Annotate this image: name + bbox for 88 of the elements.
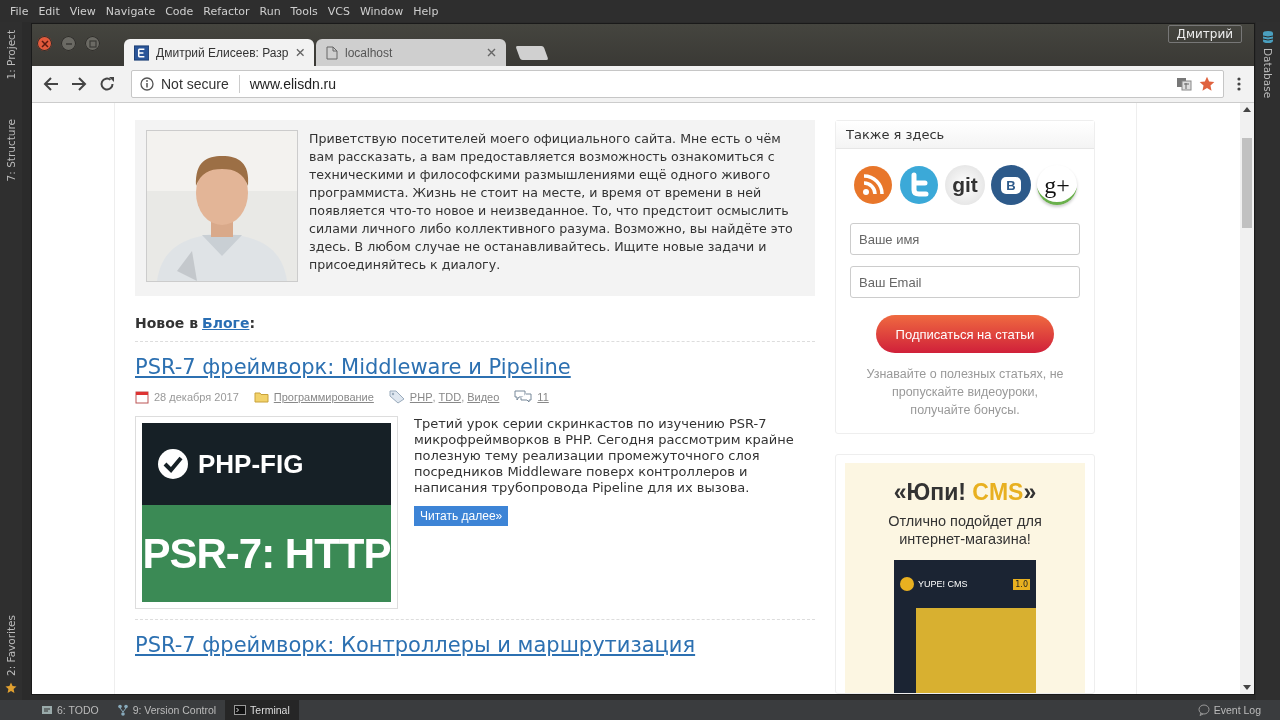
back-icon[interactable] xyxy=(43,76,59,92)
menu-item[interactable]: Refactor xyxy=(199,4,254,18)
scroll-thumb[interactable] xyxy=(1242,138,1252,228)
close-icon xyxy=(40,39,49,48)
minimize-button[interactable] xyxy=(61,36,76,51)
card-title: Также я здесь xyxy=(836,121,1094,149)
comments-link[interactable]: 11 xyxy=(537,391,549,403)
tool-window-tab[interactable]: 1: Project xyxy=(5,30,17,80)
profile-button[interactable]: Дмитрий xyxy=(1167,25,1242,43)
rss-icon[interactable] xyxy=(853,165,893,205)
new-tab-button[interactable] xyxy=(515,46,549,60)
translate-icon[interactable] xyxy=(1176,76,1192,92)
menu-item[interactable]: Edit xyxy=(34,4,64,18)
tool-window-tab[interactable]: 7: Structure xyxy=(5,119,17,182)
info-icon xyxy=(140,77,154,91)
menu-item[interactable]: View xyxy=(65,4,100,18)
tag-icon xyxy=(388,390,405,404)
menu-item[interactable]: Code xyxy=(161,4,198,18)
menu-item[interactable]: Navigate xyxy=(101,4,160,18)
email-field[interactable]: Ваш Email xyxy=(850,266,1080,298)
close-icon[interactable] xyxy=(487,48,496,57)
browser-tab[interactable]: localhost xyxy=(316,39,506,66)
event-log-button[interactable]: Event Log xyxy=(1188,700,1270,720)
ad-card[interactable]: «Юпи! CMS» Отлично подойдет для интернет-магазина! YUPE! CMS 1.0 xyxy=(835,454,1095,694)
page-icon xyxy=(326,45,338,60)
menu-item[interactable]: VCS xyxy=(323,4,354,18)
section-label: Новое в xyxy=(135,315,199,331)
tool-window-tab[interactable]: 9: Version Control xyxy=(107,700,226,720)
close-button[interactable] xyxy=(37,36,52,51)
folder-icon xyxy=(253,391,269,403)
menu-item[interactable]: Run xyxy=(255,4,285,18)
post-thumbnail[interactable]: PHP-FIG PSR-7: HTTP xyxy=(135,416,398,609)
box-brand: YUPE! CMS xyxy=(918,579,968,589)
tag-link[interactable]: Видео xyxy=(467,391,500,403)
address-bar[interactable]: Not secure www.elisdn.ru xyxy=(131,70,1224,98)
post-date: 28 декабря 2017 xyxy=(154,391,239,403)
tool-window-tab[interactable]: 6: TODO xyxy=(32,700,108,720)
menu-item[interactable]: Help xyxy=(409,4,443,18)
maximize-icon xyxy=(88,39,97,48)
speech-bubble-icon xyxy=(1197,704,1210,716)
comma-text: , xyxy=(432,391,436,403)
reload-icon[interactable] xyxy=(99,76,115,92)
scroll-up-icon[interactable] xyxy=(1243,106,1251,112)
colon-text: : xyxy=(249,315,255,331)
subscribe-button[interactable]: Подписаться на статьи xyxy=(876,315,1054,353)
tool-window-tab[interactable]: 2: Favorites xyxy=(5,615,17,676)
twitter-icon[interactable] xyxy=(899,165,939,205)
menu-icon[interactable] xyxy=(1236,76,1242,92)
blog-link[interactable]: Блоге xyxy=(202,315,250,331)
close-icon[interactable] xyxy=(295,48,304,57)
thumbnail-title: PHP-FIG xyxy=(198,448,304,480)
branch-icon xyxy=(116,704,129,716)
browser-tab[interactable]: Дмитрий Елисеев: Разр xyxy=(124,39,314,66)
comma-text: , xyxy=(461,391,465,403)
post-excerpt: Третий урок серии скринкастов по изучению PSR-7 микрофреймворков в PHP. Сегодня рассмотрим крайне полезную тему реализации промежуточного слоя посредников Middleware поверх контроллеров и написания трубопровода Pipeline для их вызова. xyxy=(414,416,795,496)
menu-item[interactable]: Tools xyxy=(286,4,322,18)
comments-icon xyxy=(514,390,533,404)
calendar-icon xyxy=(135,390,149,404)
scrollbar[interactable] xyxy=(1240,103,1254,694)
star-icon xyxy=(5,682,17,694)
post-title-link[interactable]: PSR-7 фреймворк: Контроллеры и маршрутизация xyxy=(135,632,696,658)
category-link[interactable]: Программирование xyxy=(273,391,374,403)
menu-item[interactable]: File xyxy=(6,4,33,18)
badge-check-icon xyxy=(156,447,190,481)
bookmark-star-icon[interactable] xyxy=(1199,76,1215,92)
subscribe-note: Узнавайте о полезных статьях, не пропускайте видеоуроки, получайте бонусы. xyxy=(865,366,1065,419)
ad-title: «Юпи! CMS» xyxy=(893,479,1037,506)
box-version: 1.0 xyxy=(1013,578,1030,590)
maximize-button[interactable] xyxy=(85,36,100,51)
scroll-down-icon[interactable] xyxy=(1243,685,1251,691)
todo-icon xyxy=(41,704,53,716)
post-title-link[interactable]: PSR-7 фреймворк: Middleware и Pipeline xyxy=(135,354,571,380)
google-plus-icon[interactable]: g+ xyxy=(1037,165,1077,205)
name-field[interactable]: Ваше имя xyxy=(850,223,1080,255)
read-more-button[interactable]: Читать далее» xyxy=(414,506,509,526)
intro-text: Приветствую посетителей моего официального сайта. Мне есть о чём вам рассказать, а вам предоставляется возможность ознакомиться с техническими и философскими размышлениями ещё одного живого программиста. Жизнь не стоит на месте, и время от времени в ней появляется что-то новое и неизведанное. То, что предстоит осмыслить силами личного либо коллективного разума. Возможно, вы найдёте это здесь. В любом случае не останавливайтесь. Ищите новые задачи и присоединяйтесь к диалогу. xyxy=(309,130,794,274)
menu-item[interactable]: Window xyxy=(355,4,408,18)
terminal-icon xyxy=(234,704,247,716)
forward-icon[interactable] xyxy=(71,76,87,92)
thumbnail-caption: PSR-7: HTTP xyxy=(142,529,391,578)
vk-icon[interactable]: B xyxy=(991,165,1031,205)
database-icon xyxy=(1262,30,1274,44)
ad-subtitle: Отлично подойдет для интернет-магазина! xyxy=(887,512,1043,548)
tool-window-tab[interactable]: Database xyxy=(1262,48,1274,99)
git-icon[interactable]: git xyxy=(945,165,985,205)
tag-link[interactable]: PHP xyxy=(409,391,433,403)
site-favicon-icon xyxy=(134,44,150,61)
tool-window-tab[interactable]: Terminal xyxy=(225,700,299,720)
